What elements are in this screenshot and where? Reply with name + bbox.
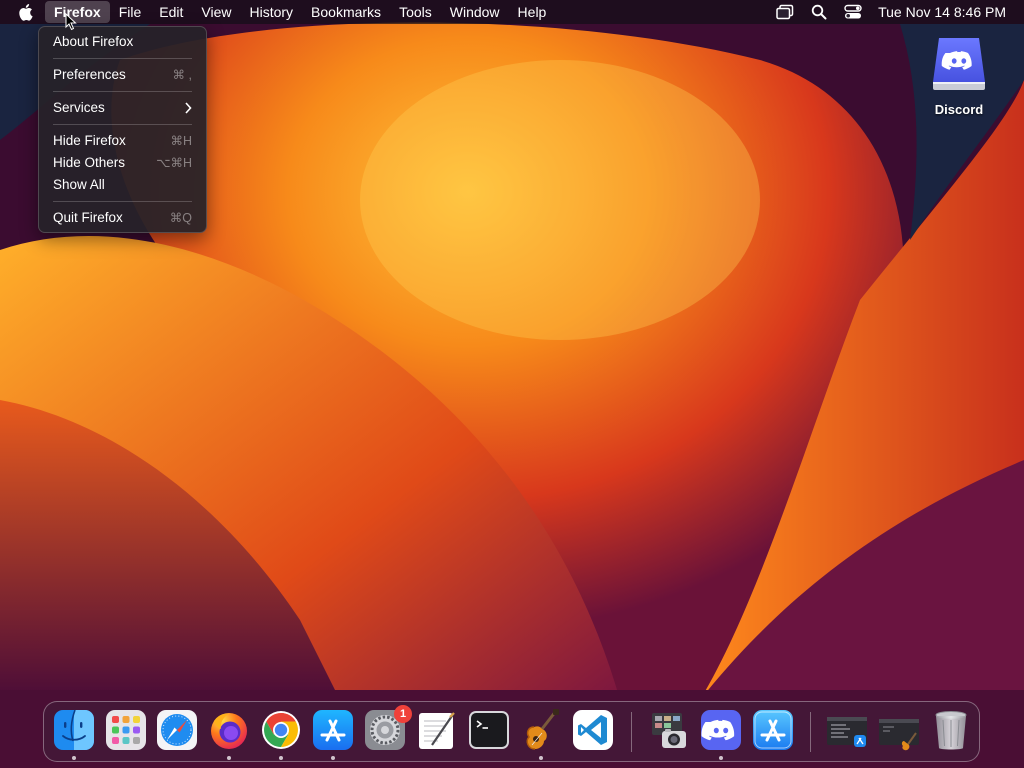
dock-textedit[interactable]: [416, 709, 458, 751]
menu-item-label: Hide Others: [53, 155, 126, 170]
dock-discord[interactable]: [700, 709, 742, 760]
spotlight-search-icon[interactable]: [808, 2, 830, 22]
menu-view[interactable]: View: [192, 1, 240, 23]
menu-edit[interactable]: Edit: [150, 1, 192, 23]
chrome-icon: [262, 711, 300, 749]
dock-firefox[interactable]: [208, 709, 250, 760]
menu-item-label: Services: [53, 100, 105, 115]
launchpad-icon: [106, 710, 146, 750]
running-indicator: [279, 756, 283, 760]
running-indicator: [331, 756, 335, 760]
menu-item-show-all[interactable]: Show All: [39, 174, 206, 196]
running-indicator: [719, 756, 723, 760]
menu-shortcut: ⌘ ,: [172, 68, 192, 82]
menu-shortcut: ⌥⌘H: [156, 156, 192, 170]
running-indicator: [539, 756, 543, 760]
menu-firefox[interactable]: Firefox: [45, 1, 110, 23]
menu-tools[interactable]: Tools: [390, 1, 441, 23]
notification-badge: 1: [394, 705, 412, 723]
menu-bar-clock[interactable]: Tue Nov 14 8:46 PM: [878, 4, 1006, 20]
vscode-icon: [573, 710, 613, 750]
dock-minimized-window[interactable]: [878, 709, 920, 751]
menu-shortcut: ⌘H: [170, 134, 192, 148]
menu-bar: Firefox File Edit View History Bookmarks…: [0, 0, 1024, 24]
dock-separator: [810, 712, 811, 752]
discord-drive-icon: [931, 36, 987, 92]
menu-item-label: About Firefox: [53, 34, 134, 49]
screen-mirroring-icon[interactable]: [774, 2, 796, 22]
menu-separator: [53, 124, 192, 125]
menu-item-services[interactable]: Services: [39, 97, 206, 119]
dock-finder[interactable]: [53, 709, 95, 760]
trash-icon: [935, 711, 967, 750]
running-indicator: [72, 756, 76, 760]
garageband-icon: [526, 709, 559, 750]
dock-terminal[interactable]: [468, 709, 510, 751]
menu-bookmarks[interactable]: Bookmarks: [302, 1, 390, 23]
menu-file[interactable]: File: [110, 1, 151, 23]
dock-trash[interactable]: [930, 709, 972, 751]
dock-app-store[interactable]: [312, 709, 354, 760]
desktop-icon-discord[interactable]: Discord: [924, 36, 994, 117]
safari-icon: [157, 710, 197, 750]
menu-item-label: Show All: [53, 177, 105, 192]
discord-icon: [701, 710, 741, 750]
chevron-right-icon: [184, 97, 192, 121]
minimized-window-icon: [827, 717, 867, 747]
menu-item-label: Preferences: [53, 67, 126, 82]
firefox-icon: [211, 713, 247, 749]
apple-icon[interactable]: [17, 2, 37, 22]
menu-separator: [53, 91, 192, 92]
terminal-icon: [469, 711, 509, 749]
finder-icon: [54, 709, 94, 750]
menu-item-quit-firefox[interactable]: Quit Firefox ⌘Q: [39, 207, 206, 229]
menu-history[interactable]: History: [240, 1, 302, 23]
desktop-icon-label: Discord: [934, 102, 984, 117]
dock: 1: [43, 701, 980, 762]
dock-image-capture[interactable]: [648, 709, 690, 751]
menu-item-hide-firefox[interactable]: Hide Firefox ⌘H: [39, 130, 206, 152]
image-capture-icon: [652, 713, 686, 748]
dock-app-store-installer[interactable]: [752, 709, 794, 751]
dock-garageband[interactable]: [520, 709, 562, 760]
menu-separator: [53, 201, 192, 202]
dock-safari[interactable]: [156, 709, 198, 751]
dock-chrome[interactable]: [260, 709, 302, 760]
dock-launchpad[interactable]: [105, 709, 147, 751]
menu-window[interactable]: Window: [441, 1, 509, 23]
app-store-installer-icon: [753, 710, 793, 750]
menu-shortcut: ⌘Q: [169, 211, 192, 225]
menu-help[interactable]: Help: [509, 1, 556, 23]
status-area: Tue Nov 14 8:46 PM: [762, 0, 1006, 24]
app-store-icon: [313, 710, 353, 750]
mouse-cursor-icon: [65, 12, 77, 31]
dock-separator: [631, 712, 632, 752]
menu-item-label: Hide Firefox: [53, 133, 126, 148]
control-center-icon[interactable]: [842, 2, 864, 22]
menu-item-hide-others[interactable]: Hide Others ⌥⌘H: [39, 152, 206, 174]
menu-item-preferences[interactable]: Preferences ⌘ ,: [39, 64, 206, 86]
menu-item-label: Quit Firefox: [53, 210, 123, 225]
running-indicator: [227, 756, 231, 760]
textedit-icon: [419, 712, 455, 749]
firefox-app-menu: About Firefox Preferences ⌘ , Services H…: [38, 26, 207, 233]
dock-vscode[interactable]: [572, 709, 614, 751]
menu-separator: [53, 58, 192, 59]
minimized-window-icon: [879, 719, 919, 751]
dock-minimized-window[interactable]: [826, 709, 868, 751]
dock-system-settings[interactable]: 1: [364, 705, 412, 751]
menu-item-about-firefox[interactable]: About Firefox: [39, 31, 206, 53]
